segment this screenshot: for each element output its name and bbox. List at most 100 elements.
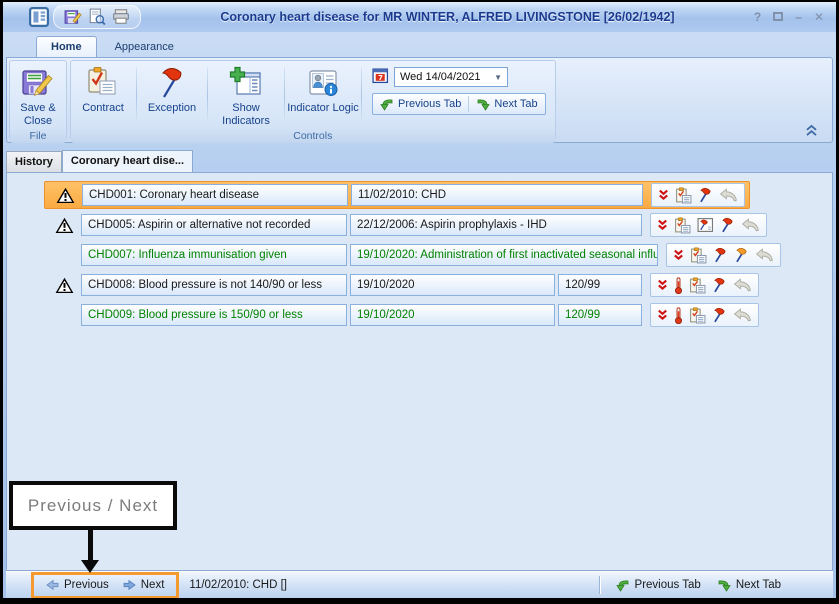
group-label-controls: Controls bbox=[71, 129, 555, 143]
indicator-detail-field[interactable]: 19/10/2020 bbox=[350, 274, 555, 296]
collapse-ribbon-button[interactable] bbox=[805, 124, 818, 137]
indicator-value-field[interactable]: 120/99 bbox=[558, 274, 642, 296]
previous-tab-label: Previous Tab bbox=[635, 579, 701, 591]
indicator-code-field[interactable]: CHD007: Influenza immunisation given bbox=[81, 244, 347, 266]
statusbar: Previous Next 11/02/2010: CHD [] Previou… bbox=[6, 571, 833, 598]
copy-item-icon[interactable] bbox=[674, 217, 691, 234]
indicator-row-chd009: CHD009: Blood pressure is 150/90 or less… bbox=[44, 301, 763, 329]
copy-item-icon[interactable] bbox=[689, 307, 706, 324]
calendar-icon: 7 bbox=[372, 67, 389, 87]
copy-item-icon[interactable] bbox=[690, 247, 707, 264]
warning-icon bbox=[55, 277, 74, 294]
svg-text:7: 7 bbox=[378, 74, 383, 82]
help-button[interactable]: ? bbox=[754, 11, 761, 23]
next-tab-button-status[interactable]: Next Tab bbox=[717, 578, 781, 592]
tab-history[interactable]: History bbox=[6, 151, 62, 172]
close-button[interactable]: ✕ bbox=[814, 11, 824, 23]
ribbon-group-file: Save & Close File bbox=[9, 60, 67, 140]
thermometer-icon[interactable] bbox=[674, 307, 683, 324]
show-indicators-button[interactable]: Show Indicators bbox=[210, 63, 282, 127]
expand-chevron-icon[interactable] bbox=[658, 189, 669, 201]
next-tab-button-ribbon[interactable]: Next Tab bbox=[469, 94, 544, 114]
copy-item-icon[interactable] bbox=[689, 277, 706, 294]
tab-coronary-heart-disease[interactable]: Coronary heart dise... bbox=[62, 150, 193, 172]
expand-chevron-icon[interactable] bbox=[657, 219, 668, 231]
contract-icon bbox=[86, 66, 120, 100]
chevron-down-icon: ▼ bbox=[494, 73, 502, 82]
save-close-button[interactable]: Save & Close bbox=[11, 63, 65, 127]
jump-to-icon[interactable] bbox=[733, 308, 752, 322]
previous-tab-button-status[interactable]: Previous Tab bbox=[616, 578, 701, 592]
jump-to-icon[interactable] bbox=[733, 278, 752, 292]
indicator-row-chd008: CHD008: Blood pressure is not 140/90 or … bbox=[44, 271, 763, 299]
previous-button[interactable]: Previous bbox=[46, 579, 109, 591]
arrow-right-icon bbox=[123, 579, 136, 591]
save-close-label: Save & Close bbox=[11, 102, 65, 127]
app-menu-icon[interactable] bbox=[29, 7, 49, 27]
next-button[interactable]: Next bbox=[123, 579, 165, 591]
indicator-detail-field[interactable]: 19/10/2020: Administration of first inac… bbox=[350, 244, 658, 266]
jump-to-icon[interactable] bbox=[719, 188, 738, 202]
indicator-logic-button[interactable]: Indicator Logic bbox=[287, 63, 359, 127]
tab-navigation: Previous Tab Next Tab bbox=[372, 93, 546, 115]
exception-button[interactable]: Exception bbox=[139, 63, 205, 127]
row-action-icons bbox=[650, 273, 759, 297]
flag-orange-icon[interactable] bbox=[734, 247, 749, 263]
indicator-value-field[interactable]: 120/99 bbox=[558, 304, 642, 326]
previous-tab-icon bbox=[616, 578, 630, 592]
warning-icon bbox=[55, 217, 74, 234]
jump-to-icon[interactable] bbox=[741, 218, 760, 232]
flag-red-icon[interactable] bbox=[713, 247, 728, 263]
row-action-icons bbox=[650, 303, 759, 327]
window-controls: ? – ✕ bbox=[754, 11, 824, 23]
date-picker[interactable]: Wed 14/04/2021 ▼ bbox=[394, 67, 508, 87]
flag-red-icon[interactable] bbox=[712, 307, 727, 323]
indicator-code-field[interactable]: CHD001: Coronary heart disease bbox=[82, 184, 348, 206]
print-preview-icon[interactable] bbox=[88, 8, 106, 26]
indicator-code-field[interactable]: CHD008: Blood pressure is not 140/90 or … bbox=[81, 274, 347, 296]
minimize-button[interactable]: – bbox=[795, 11, 802, 23]
show-indicators-icon bbox=[229, 66, 263, 100]
flag-red-icon[interactable] bbox=[720, 217, 735, 233]
expand-chevron-icon[interactable] bbox=[657, 279, 668, 291]
exception-framed-icon[interactable] bbox=[697, 217, 714, 233]
flag-red-icon[interactable] bbox=[712, 277, 727, 293]
ribbon-separator bbox=[136, 67, 137, 123]
indicator-detail-field[interactable]: 11/02/2010: CHD bbox=[351, 184, 643, 206]
thermometer-icon[interactable] bbox=[674, 277, 683, 294]
next-tab-label: Next Tab bbox=[494, 98, 537, 110]
ribbon-tab-strip: Home Appearance bbox=[6, 32, 833, 57]
copy-item-icon[interactable] bbox=[675, 187, 692, 204]
row-action-icons bbox=[650, 213, 767, 237]
jump-to-icon[interactable] bbox=[755, 248, 774, 262]
exception-label: Exception bbox=[148, 102, 196, 115]
indicator-detail-field[interactable]: 19/10/2020 bbox=[350, 304, 555, 326]
titlebar: Coronary heart disease for MR WINTER, AL… bbox=[3, 2, 836, 32]
indicator-row-chd005: CHD005: Aspirin or alternative not recor… bbox=[44, 211, 771, 239]
contract-button[interactable]: Contract bbox=[72, 63, 134, 127]
restore-button[interactable] bbox=[773, 11, 783, 23]
save-icon[interactable] bbox=[64, 8, 82, 26]
expand-chevron-icon[interactable] bbox=[657, 309, 668, 321]
previous-tab-button-ribbon[interactable]: Previous Tab bbox=[373, 94, 468, 114]
previous-tab-icon bbox=[380, 97, 394, 111]
ribbon-separator bbox=[207, 67, 208, 123]
print-icon[interactable] bbox=[112, 8, 130, 26]
indicator-code-field[interactable]: CHD005: Aspirin or alternative not recor… bbox=[81, 214, 347, 236]
expand-chevron-icon[interactable] bbox=[673, 249, 684, 261]
save-close-icon bbox=[21, 66, 55, 100]
current-item-text: 11/02/2010: CHD [] bbox=[189, 579, 287, 591]
indicator-detail-field[interactable]: 22/12/2006: Aspirin prophylaxis - IHD bbox=[350, 214, 642, 236]
indicator-logic-label: Indicator Logic bbox=[287, 102, 359, 115]
ribbon-separator bbox=[284, 67, 285, 123]
indicator-code-field[interactable]: CHD009: Blood pressure is 150/90 or less bbox=[81, 304, 347, 326]
exception-icon bbox=[155, 66, 189, 100]
next-label: Next bbox=[141, 579, 165, 591]
callout-previous-next: Previous / Next bbox=[9, 481, 177, 530]
flag-red-icon[interactable] bbox=[698, 187, 713, 203]
chevron-up-double-icon bbox=[805, 124, 818, 137]
ribbon-tab-home[interactable]: Home bbox=[36, 36, 97, 57]
date-picker-value: Wed 14/04/2021 bbox=[400, 71, 481, 83]
ribbon-tab-appearance[interactable]: Appearance bbox=[101, 37, 188, 57]
indicator-row-chd001: CHD001: Coronary heart disease 11/02/201… bbox=[44, 181, 750, 209]
